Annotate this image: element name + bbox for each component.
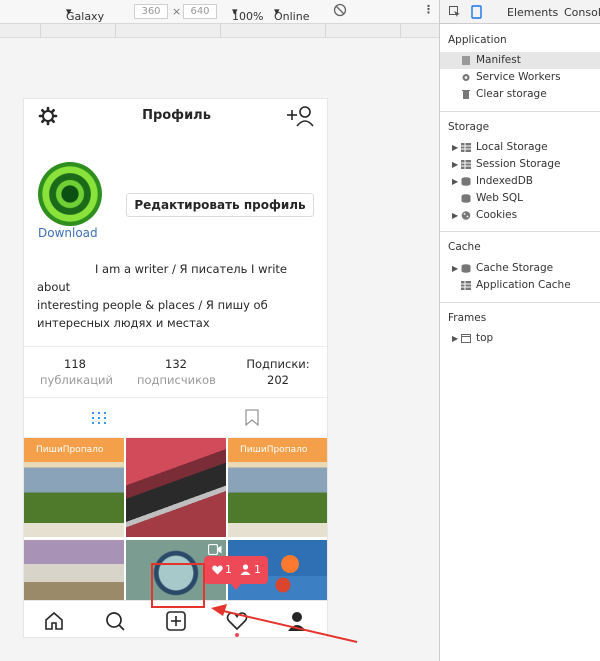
zoom-select[interactable]: 100% ▾ <box>232 5 263 23</box>
trash-icon <box>462 90 470 99</box>
annotation-highlight-box <box>151 563 205 608</box>
section-divider <box>440 302 600 303</box>
download-link[interactable]: Download <box>38 226 98 240</box>
home-icon[interactable] <box>43 610 65 632</box>
profile-stats: 118 публикаций 132 подписчиков Подписки:… <box>24 346 327 398</box>
storage-item-cookies[interactable]: ▶ Cookies <box>440 207 600 224</box>
page-title: Профиль <box>142 108 211 123</box>
ruler-mark <box>325 24 326 38</box>
avatar[interactable] <box>38 162 102 226</box>
cache-item-cache-storage[interactable]: ▶ Cache Storage <box>440 260 600 277</box>
cookie-icon <box>461 211 471 220</box>
database-icon <box>461 194 471 203</box>
instagram-profile-screen: Профиль Download Редактировать профиль I… <box>23 98 328 638</box>
expand-arrow-icon[interactable]: ▶ <box>452 173 458 190</box>
width-input[interactable]: 360 <box>134 4 168 19</box>
stat-posts[interactable]: 118 публикаций <box>40 357 113 387</box>
section-application-title: Application <box>448 34 507 46</box>
devtools-panel: Elements Console Application Manifest Se… <box>439 0 600 661</box>
section-cache-title: Cache <box>448 241 481 253</box>
table-icon <box>461 281 471 290</box>
dimension-separator: × <box>172 5 182 18</box>
profile-header: Профиль <box>24 99 327 135</box>
expand-arrow-icon[interactable]: ▶ <box>452 330 458 347</box>
annotation-arrow <box>211 604 358 643</box>
device-toggle-icon[interactable] <box>471 5 483 19</box>
section-frames-title: Frames <box>448 312 487 324</box>
gear-icon <box>462 74 470 81</box>
device-toolbar: Galaxy S5 ▾ 360 × 640 100% ▾ Online ▾ ⋮ <box>0 0 439 36</box>
follower-icon <box>240 564 251 575</box>
frame-icon <box>461 334 471 343</box>
activity-notification-badge[interactable]: 1 1 <box>204 556 268 590</box>
section-storage-title: Storage <box>448 121 490 133</box>
inspect-element-icon[interactable] <box>449 6 461 18</box>
bio-line: I am a writer / Я писатель I write about <box>37 262 288 294</box>
app-item-manifest[interactable]: Manifest <box>440 52 600 69</box>
photo-tile[interactable]: ПишиПропало <box>228 438 327 537</box>
tab-elements[interactable]: Elements <box>507 6 558 19</box>
ruler-mark <box>40 24 41 38</box>
grid-view-icon[interactable] <box>92 412 106 424</box>
stat-following[interactable]: Подписки: 202 <box>245 357 311 387</box>
network-select[interactable]: Online ▾ <box>274 5 309 23</box>
bio-line: interesting people & places / Я пишу об <box>37 298 268 312</box>
expand-arrow-icon[interactable]: ▶ <box>452 260 458 277</box>
bio-line: интересных людях и местах <box>37 316 210 330</box>
rotate-icon[interactable] <box>333 3 347 20</box>
new-post-icon[interactable] <box>165 610 187 632</box>
stat-followers[interactable]: 132 подписчиков <box>137 357 216 387</box>
expand-arrow-icon[interactable]: ▶ <box>452 207 458 224</box>
database-icon <box>461 177 471 186</box>
photo-tile[interactable]: ПишиПропало <box>24 438 124 537</box>
database-icon <box>461 264 471 273</box>
tile-caption: ПишиПропало <box>240 445 308 455</box>
storage-item-indexeddb[interactable]: ▶ IndexedDB <box>440 173 600 190</box>
search-icon[interactable] <box>104 610 126 632</box>
more-options-icon[interactable]: ⋮ <box>423 3 434 16</box>
storage-item-local-storage[interactable]: ▶ Local Storage <box>440 139 600 156</box>
frames-item-top[interactable]: ▶ top <box>440 330 600 347</box>
add-user-icon[interactable] <box>286 105 316 127</box>
cache-item-application-cache[interactable]: Application Cache <box>440 277 600 294</box>
section-divider <box>440 231 600 232</box>
video-icon <box>208 544 222 555</box>
profile-bio: I am a writer / Я писатель I write about… <box>37 260 319 332</box>
photo-tile[interactable] <box>24 540 124 600</box>
table-icon <box>461 143 471 152</box>
edit-profile-button[interactable]: Редактировать профиль <box>126 193 314 217</box>
section-divider <box>440 111 600 112</box>
ruler-mark <box>220 24 221 38</box>
device-select[interactable]: Galaxy S5 ▾ <box>66 5 104 36</box>
followers-count: 1 <box>254 563 261 576</box>
app-item-clear-storage[interactable]: Clear storage <box>440 86 600 103</box>
devtools-tabbar: Elements Console <box>440 0 600 24</box>
table-icon <box>461 160 471 169</box>
app-item-service-workers[interactable]: Service Workers <box>440 69 600 86</box>
emulator-pane: Galaxy S5 ▾ 360 × 640 100% ▾ Online ▾ ⋮ <box>0 0 439 661</box>
tab-console[interactable]: Console <box>564 6 600 19</box>
profile-tabs <box>24 398 327 438</box>
storage-item-session-storage[interactable]: ▶ Session Storage <box>440 156 600 173</box>
expand-arrow-icon[interactable]: ▶ <box>452 156 458 173</box>
photo-tile[interactable] <box>126 438 226 537</box>
bookmark-icon[interactable] <box>245 409 259 426</box>
ruler-mark <box>115 24 116 38</box>
storage-item-web-sql[interactable]: Web SQL <box>440 190 600 207</box>
media-query-ruler <box>0 24 439 38</box>
expand-arrow-icon[interactable]: ▶ <box>452 139 458 156</box>
heart-icon <box>212 565 223 575</box>
file-icon <box>462 56 470 65</box>
device-viewport: Профиль Download Редактировать профиль I… <box>0 38 439 661</box>
height-input[interactable]: 640 <box>183 4 217 19</box>
ruler-mark <box>400 24 401 38</box>
likes-count: 1 <box>225 563 232 576</box>
tile-caption: ПишиПропало <box>36 445 104 455</box>
